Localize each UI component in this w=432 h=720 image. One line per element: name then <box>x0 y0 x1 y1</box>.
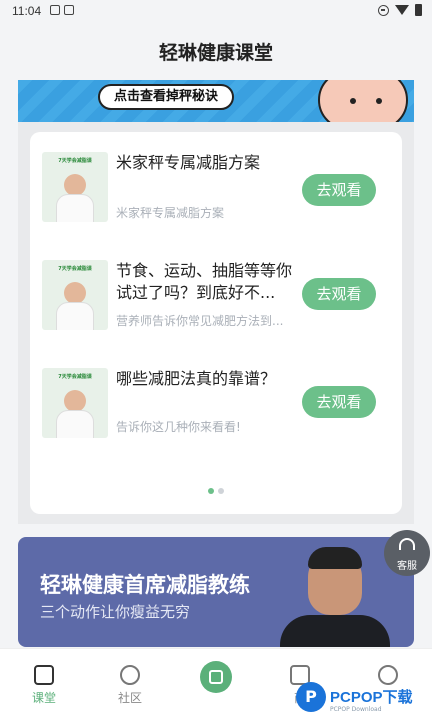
course-thumbnail: 7天学会减脂课 <box>42 368 108 438</box>
watermark-subtext: PCPOP Download <box>330 706 382 713</box>
watermark: P PCPOP下载 PCPOP Download <box>296 680 432 720</box>
watermark-text: PCPOP下载 <box>330 689 413 706</box>
wifi-icon <box>395 5 409 15</box>
coach-hair <box>308 547 362 569</box>
coach-title: 轻琳健康首席减脂教练 <box>40 573 250 597</box>
tab-label: 社区 <box>117 691 142 705</box>
status-bar: 11:04 <box>0 0 432 22</box>
course-card: 7天学会减脂课 米家秤专属减脂方案 米家秤专属减脂方案 去观看 7天学会减脂课 … <box>18 122 414 524</box>
thumbnail-caption: 7天学会减脂课 <box>58 158 92 164</box>
instructor-head <box>64 390 86 412</box>
course-item[interactable]: 7天学会减脂课 米家秤专属减脂方案 米家秤专属减脂方案 去观看 <box>42 152 392 222</box>
tab-classroom[interactable]: 课堂 <box>14 665 74 706</box>
promo-banner[interactable]: 点击查看掉秤秘诀 <box>18 80 414 122</box>
instructor-head <box>64 282 86 304</box>
eye-icon <box>350 98 356 104</box>
course-title: 节食、运动、抽脂等等你试过了吗？到底好不... <box>116 261 293 302</box>
banner-illustration <box>318 80 408 122</box>
tab-label: 课堂 <box>31 691 56 705</box>
coach-shirt <box>280 615 390 647</box>
course-title: 哪些减肥法真的靠谱？ <box>116 369 277 388</box>
watch-button[interactable]: 去观看 <box>302 386 376 418</box>
course-title: 米家秤专属减脂方案 <box>116 153 261 172</box>
instructor-body <box>56 302 94 330</box>
headset-icon <box>399 538 415 550</box>
customer-service-button[interactable]: 客服 <box>384 530 430 576</box>
coach-subtitle: 三个动作让你瘦益无穷 <box>40 603 191 621</box>
course-subtitle: 营养师告诉你常见减肥方法到... <box>116 314 284 328</box>
course-subtitle: 告诉你这几种你来看看! <box>116 420 241 434</box>
course-thumbnail: 7天学会减脂课 <box>42 260 108 330</box>
watch-button[interactable]: 去观看 <box>302 278 376 310</box>
tab-community[interactable]: 社区 <box>100 665 160 706</box>
instructor-head <box>64 174 86 196</box>
course-item[interactable]: 7天学会减脂课 哪些减肥法真的靠谱？ 告诉你这几种你来看看! 去观看 <box>42 368 392 438</box>
course-subtitle: 米家秤专属减脂方案 <box>116 206 225 220</box>
page-title: 轻琳健康课堂 <box>158 42 273 64</box>
tab-scale[interactable] <box>200 661 232 693</box>
course-item[interactable]: 7天学会减脂课 节食、运动、抽脂等等你试过了吗？到底好不... 营养师告诉你常见… <box>42 260 392 330</box>
image-notification-icon <box>50 5 60 15</box>
watch-button[interactable]: 去观看 <box>302 174 376 206</box>
thumbnail-caption: 7天学会减脂课 <box>58 374 92 380</box>
thumbnail-caption: 7天学会减脂课 <box>58 266 92 272</box>
course-thumbnail: 7天学会减脂课 <box>42 152 108 222</box>
eye-icon <box>376 98 382 104</box>
banner-text: 点击查看掉秤秘诀 <box>98 84 235 110</box>
status-time: 11:04 <box>12 4 42 18</box>
app-notification-icon <box>64 5 74 15</box>
course-list: 7天学会减脂课 米家秤专属减脂方案 米家秤专属减脂方案 去观看 7天学会减脂课 … <box>30 132 402 514</box>
battery-icon <box>415 4 422 16</box>
page-indicator <box>208 488 224 494</box>
coach-banner[interactable]: 轻琳健康首席减脂教练 三个动作让你瘦益无穷 <box>18 537 414 647</box>
do-not-disturb-icon <box>378 4 389 16</box>
customer-service-label: 客服 <box>397 561 417 572</box>
page-dot[interactable] <box>218 488 224 494</box>
watermark-logo: P <box>296 682 326 712</box>
instructor-body <box>56 194 94 222</box>
system-icons <box>378 4 422 16</box>
instructor-body <box>56 410 94 438</box>
book-icon <box>34 665 54 685</box>
scale-icon <box>209 670 223 684</box>
notification-icons <box>50 5 74 15</box>
page-dot-active[interactable] <box>208 488 214 494</box>
chat-icon <box>120 665 140 685</box>
